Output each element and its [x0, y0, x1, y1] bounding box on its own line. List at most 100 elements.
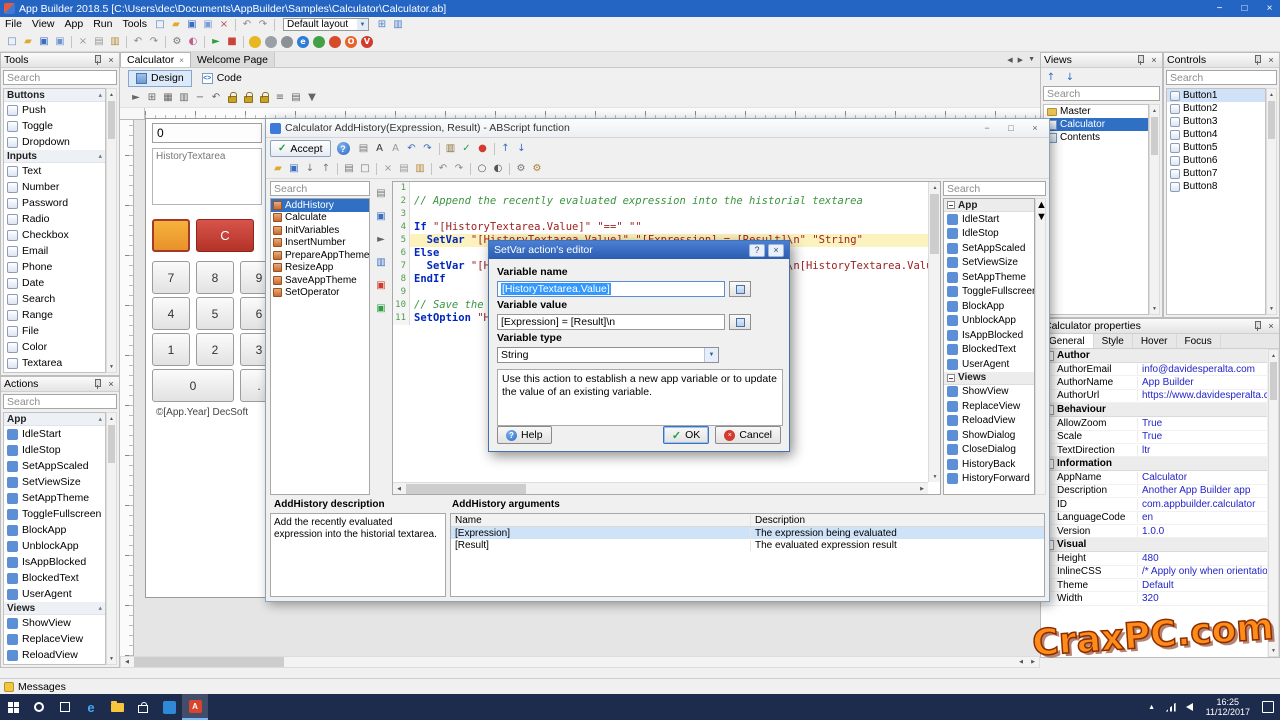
browser-gray-icon[interactable]	[265, 36, 277, 48]
list-item[interactable]: Radio	[4, 211, 105, 227]
list-item[interactable]: BlockedText	[944, 343, 1034, 358]
section-header[interactable]: Views	[944, 372, 1034, 385]
property-group[interactable]: Behaviour	[1041, 403, 1267, 417]
cancel-button[interactable]: × Cancel	[715, 426, 781, 444]
property-row[interactable]: TextDirectionltr	[1041, 444, 1267, 457]
property-row[interactable]: AuthorNameApp Builder	[1041, 376, 1267, 389]
cut-icon[interactable]: ×	[380, 162, 396, 176]
import-icon[interactable]: ↓	[302, 162, 318, 176]
control-item[interactable]: Button1	[1167, 89, 1265, 102]
close-panel-icon[interactable]: ×	[1149, 55, 1159, 66]
property-row[interactable]: LanguageCodeen	[1041, 512, 1267, 525]
font-decrease-icon[interactable]: A	[388, 142, 404, 156]
paste-icon[interactable]: ▥	[107, 35, 123, 49]
control-item[interactable]: Button4	[1167, 128, 1265, 141]
replace-icon[interactable]: ◐	[490, 162, 506, 176]
layers-icon[interactable]: ▤	[288, 91, 304, 105]
accept-button[interactable]: ✓ Accept	[270, 140, 331, 157]
list-item[interactable]: IdleStart	[4, 426, 105, 442]
tools-scrollbar[interactable]: ▲▼	[106, 88, 117, 373]
clipboard-icon[interactable]: ▥	[373, 255, 389, 269]
section-header[interactable]: Inputs▴	[4, 150, 105, 163]
stop-app-icon[interactable]: ■	[224, 35, 240, 49]
menu-tools[interactable]: Tools	[117, 17, 152, 32]
list-item[interactable]: IsAppBlocked	[4, 554, 105, 570]
zoom-out-icon[interactable]: −	[192, 91, 208, 105]
control-item[interactable]: Button2	[1167, 102, 1265, 115]
minimize-button[interactable]: −	[1209, 0, 1230, 17]
code-line[interactable]: 2// Append the recently evaluated expres…	[393, 195, 928, 208]
canvas-hscrollbar[interactable]: ◀◀▶	[120, 656, 1040, 668]
list-item[interactable]: ReloadView	[944, 414, 1034, 429]
function-item[interactable]: InitVariables	[271, 224, 369, 237]
code-mode-button[interactable]: <> Code	[194, 70, 250, 87]
stop-icon[interactable]: ●	[475, 142, 491, 156]
edge-browser-icon[interactable]: e	[297, 36, 309, 48]
function-item[interactable]: SaveAppTheme	[271, 274, 369, 287]
scroll-thumb[interactable]	[406, 484, 526, 494]
search-icon[interactable]: ○	[474, 162, 490, 176]
scroll-up-arrow[interactable]: ▲	[1036, 199, 1045, 211]
distribute-icon[interactable]: ≡	[272, 91, 288, 105]
property-group[interactable]: Visual	[1041, 538, 1267, 552]
tab-calculator[interactable]: Calculator ×	[120, 52, 191, 67]
list-item[interactable]: Range	[4, 307, 105, 323]
list-item[interactable]: UserAgent	[4, 586, 105, 602]
chrome-browser-icon[interactable]	[313, 36, 325, 48]
scroll-tabs-left-icon[interactable]: ◀	[1007, 56, 1012, 64]
opera-browser-icon[interactable]: O	[345, 36, 357, 48]
scroll-left-arrow[interactable]: ◀	[121, 657, 133, 667]
scroll-up-arrow[interactable]: ▲	[1269, 350, 1278, 361]
collapse-icon[interactable]: ▼	[304, 91, 320, 105]
list-item[interactable]: SetAppTheme	[944, 270, 1034, 285]
pointer-icon[interactable]: ►	[128, 91, 144, 105]
save-all-icon[interactable]: ▣	[200, 18, 216, 32]
list-item[interactable]: HistoryBack	[944, 457, 1034, 472]
minimize-button[interactable]: −	[977, 121, 997, 136]
clear-button[interactable]: C	[196, 219, 254, 252]
undo-icon[interactable]: ↶	[435, 162, 451, 176]
scroll-thumb[interactable]	[1270, 362, 1277, 400]
list-item[interactable]: ShowDialog	[4, 663, 105, 665]
maximize-button[interactable]: □	[1234, 0, 1255, 17]
action-center-icon[interactable]	[1262, 701, 1274, 713]
move-view-down-icon[interactable]: ↓	[1062, 70, 1078, 84]
selected-button[interactable]	[152, 219, 190, 252]
task-view-button[interactable]	[52, 694, 78, 720]
edge-taskbar-icon[interactable]: e	[78, 694, 104, 720]
list-item[interactable]: ShowDialog	[944, 428, 1034, 443]
messages-bar[interactable]: Messages	[0, 678, 1280, 694]
pin-icon[interactable]	[1253, 321, 1262, 332]
digit-button-0[interactable]: 0	[152, 369, 234, 402]
views-group[interactable]: Master	[1044, 105, 1148, 118]
property-row[interactable]: Version1.0.0	[1041, 525, 1267, 538]
lock-vertical-icon[interactable]	[240, 91, 256, 105]
help-icon[interactable]: ?	[337, 142, 350, 155]
show-margins-icon[interactable]: ▥	[176, 91, 192, 105]
abscript-window-titlebar[interactable]: Calculator AddHistory(Expression, Result…	[266, 119, 1049, 138]
scroll-down-arrow[interactable]: ▼	[1267, 303, 1276, 314]
list-item[interactable]: ReplaceView	[944, 399, 1034, 414]
property-row[interactable]: AuthorUrlhttps://www.davidesperalta.com/	[1041, 390, 1267, 403]
controls-scrollbar[interactable]: ▲▼	[1266, 88, 1277, 315]
digit-button-8[interactable]: 8	[196, 261, 234, 294]
property-row[interactable]: Height480	[1041, 552, 1267, 565]
scroll-thumb[interactable]	[108, 101, 115, 139]
function-item[interactable]: ResizeApp	[271, 262, 369, 275]
actions-scrollbar[interactable]: ▲▼	[106, 412, 117, 665]
property-row[interactable]: AppNameCalculator	[1041, 471, 1267, 484]
property-row[interactable]: InlineCSS/* Apply only when orientation …	[1041, 566, 1267, 579]
cut-icon[interactable]: ×	[75, 35, 91, 49]
validate-icon[interactable]: ✓	[459, 142, 475, 156]
property-row[interactable]: AllowZoomTrue	[1041, 417, 1267, 430]
volume-icon[interactable]	[1184, 700, 1196, 714]
save-icon[interactable]: ▣	[286, 162, 302, 176]
control-item[interactable]: Button7	[1167, 167, 1265, 180]
list-item[interactable]: ToggleFullscreen	[944, 285, 1034, 300]
list-item[interactable]: IdleStop	[944, 227, 1034, 242]
tray-expand-icon[interactable]: ▲	[1146, 700, 1158, 714]
scroll-up-arrow[interactable]: ▲	[107, 413, 116, 424]
list-item[interactable]: Textarea	[4, 355, 105, 371]
close-panel-icon[interactable]: ×	[106, 55, 116, 66]
scroll-up-arrow[interactable]: ▲	[929, 182, 941, 193]
